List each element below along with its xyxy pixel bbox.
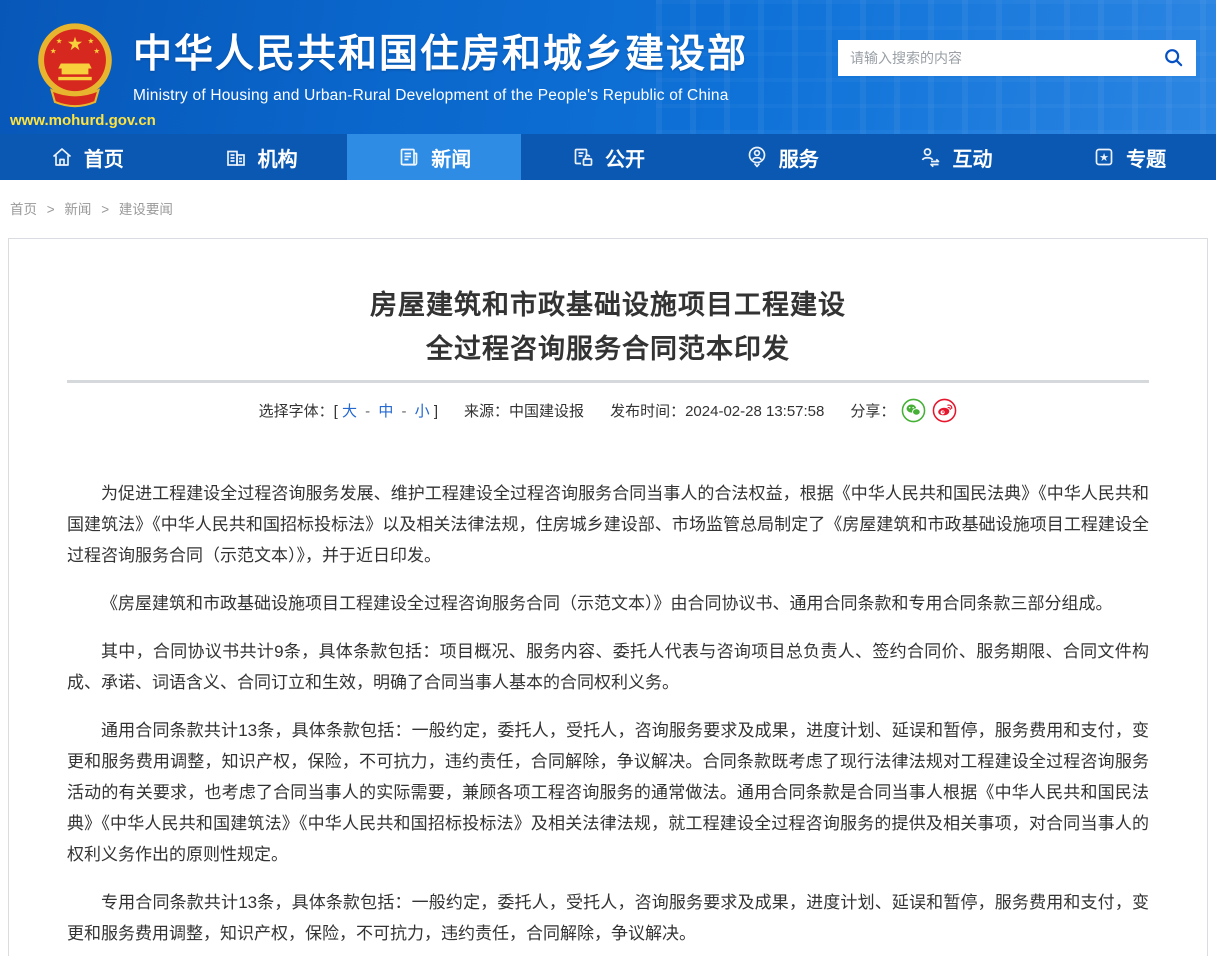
breadcrumb-news[interactable]: 新闻 bbox=[64, 202, 91, 217]
person-pin-icon bbox=[745, 145, 769, 169]
font-size-small-link[interactable]: 小 bbox=[415, 403, 430, 420]
source-label: 来源： bbox=[464, 403, 509, 420]
nav-label: 公开 bbox=[605, 143, 645, 172]
svg-text:★: ★ bbox=[88, 36, 95, 45]
site-logo-link[interactable]: ★ ★ ★ ★ ★ 中华人民共和国住房和城乡建设部 Ministry of Ho… bbox=[33, 20, 748, 112]
font-sep: - bbox=[402, 403, 407, 420]
title-line-1: 房屋建筑和市政基础设施项目工程建设 bbox=[67, 283, 1149, 327]
weibo-share-icon[interactable] bbox=[932, 398, 957, 423]
svg-text:★: ★ bbox=[56, 36, 63, 45]
breadcrumb-separator: > bbox=[101, 202, 109, 217]
search-button[interactable] bbox=[1152, 40, 1196, 76]
nav-label: 服务 bbox=[779, 143, 819, 172]
news-icon bbox=[397, 145, 421, 169]
article-meta: 选择字体：[ 大 - 中 - 小 ] 来源：中国建设报 发布时间：2024-02… bbox=[67, 398, 1149, 423]
nav-label: 互动 bbox=[952, 143, 992, 172]
nav-label: 首页 bbox=[84, 143, 124, 172]
nav-label: 机构 bbox=[258, 143, 298, 172]
font-size-selector: 选择字体：[ 大 - 中 - 小 ] bbox=[259, 400, 438, 421]
national-emblem-icon: ★ ★ ★ ★ ★ bbox=[33, 20, 117, 112]
breadcrumb: 首页 > 新闻 > 建设要闻 bbox=[0, 180, 1216, 238]
nav-item-topics[interactable]: ★ 专题 bbox=[1042, 134, 1216, 180]
nav-item-services[interactable]: 服务 bbox=[695, 134, 869, 180]
search-input[interactable] bbox=[838, 40, 1152, 76]
site-url: www.mohurd.gov.cn bbox=[10, 112, 156, 129]
font-select-close: ] bbox=[434, 403, 438, 420]
paragraph: 专用合同条款共计13条，具体条款包括：一般约定，委托人，受托人，咨询服务要求及成… bbox=[67, 887, 1149, 949]
document-unlock-icon bbox=[571, 145, 595, 169]
svg-text:★: ★ bbox=[50, 46, 57, 55]
breadcrumb-separator: > bbox=[47, 202, 55, 217]
svg-text:★: ★ bbox=[67, 33, 84, 54]
paragraph: 为促进工程建设全过程咨询服务发展、维护工程建设全过程咨询服务合同当事人的合法权益… bbox=[67, 478, 1149, 571]
nav-item-interaction[interactable]: 互动 bbox=[869, 134, 1043, 180]
share-row: 分享： bbox=[850, 398, 957, 423]
source-value: 中国建设报 bbox=[509, 403, 584, 420]
title-line-2: 全过程咨询服务合同范本印发 bbox=[67, 327, 1149, 371]
article-container: 房屋建筑和市政基础设施项目工程建设 全过程咨询服务合同范本印发 选择字体：[ 大… bbox=[8, 238, 1208, 956]
nav-item-disclosure[interactable]: 公开 bbox=[521, 134, 695, 180]
breadcrumb-home[interactable]: 首页 bbox=[10, 202, 37, 217]
publish-label: 发布时间： bbox=[610, 403, 685, 420]
publish-value: 2024-02-28 13:57:58 bbox=[685, 403, 824, 420]
site-header: ★ ★ ★ ★ ★ 中华人民共和国住房和城乡建设部 Ministry of Ho… bbox=[0, 0, 1216, 134]
font-sep: - bbox=[365, 403, 370, 420]
breadcrumb-current[interactable]: 建设要闻 bbox=[119, 202, 173, 217]
nav-item-home[interactable]: 首页 bbox=[0, 134, 174, 180]
nav-item-orgs[interactable]: 机构 bbox=[174, 134, 348, 180]
main-nav: 首页 机构 新闻 公开 服务 bbox=[0, 134, 1216, 180]
nav-label: 专题 bbox=[1126, 143, 1166, 172]
nav-label: 新闻 bbox=[431, 143, 471, 172]
publish-time: 发布时间：2024-02-28 13:57:58 bbox=[610, 400, 824, 421]
building-icon bbox=[224, 145, 248, 169]
font-select-label: 选择字体：[ bbox=[259, 403, 338, 420]
site-title-en: Ministry of Housing and Urban-Rural Deve… bbox=[133, 87, 748, 105]
font-size-medium-link[interactable]: 中 bbox=[378, 403, 393, 420]
page-title: 房屋建筑和市政基础设施项目工程建设 全过程咨询服务合同范本印发 bbox=[67, 283, 1149, 371]
share-label: 分享： bbox=[850, 400, 895, 421]
search-bar bbox=[838, 40, 1196, 76]
paragraph: 《房屋建筑和市政基础设施项目工程建设全过程咨询服务合同（示范文本）》由合同协议书… bbox=[67, 588, 1149, 619]
person-exchange-icon bbox=[918, 145, 942, 169]
home-icon bbox=[50, 145, 74, 169]
wechat-share-icon[interactable] bbox=[901, 398, 926, 423]
paragraph: 其中，合同协议书共计9条，具体条款包括：项目概况、服务内容、委托人代表与咨询项目… bbox=[67, 636, 1149, 698]
svg-text:★: ★ bbox=[93, 46, 100, 55]
title-divider bbox=[67, 380, 1149, 383]
paragraph: 通用合同条款共计13条，具体条款包括：一般约定，委托人，受托人，咨询服务要求及成… bbox=[67, 715, 1149, 870]
nav-item-news[interactable]: 新闻 bbox=[347, 134, 521, 180]
font-size-large-link[interactable]: 大 bbox=[342, 403, 357, 420]
article-source: 来源：中国建设报 bbox=[464, 400, 584, 421]
site-title: 中华人民共和国住房和城乡建设部 bbox=[133, 35, 748, 74]
search-icon bbox=[1163, 47, 1185, 69]
svg-text:★: ★ bbox=[1099, 152, 1109, 164]
star-badge-icon: ★ bbox=[1092, 145, 1116, 169]
article-body: 为促进工程建设全过程咨询服务发展、维护工程建设全过程咨询服务合同当事人的合法权益… bbox=[67, 478, 1149, 956]
